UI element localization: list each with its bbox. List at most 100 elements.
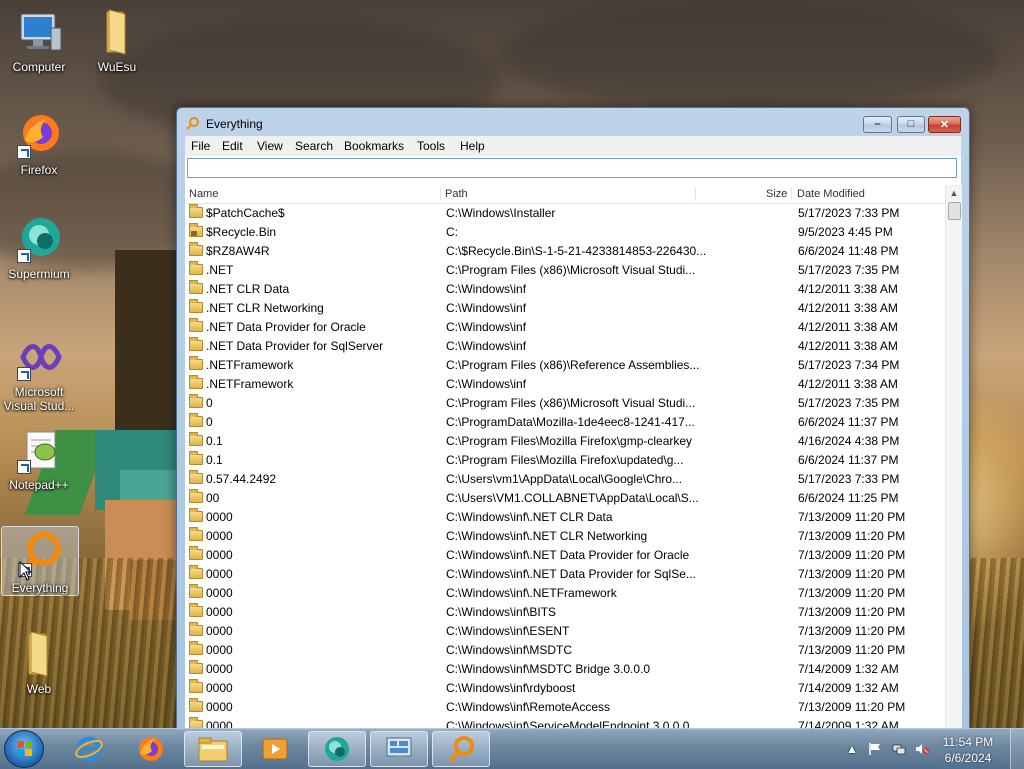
table-row[interactable]: 0000 C:\Windows\inf\.NET Data Provider fo…	[185, 546, 945, 565]
cell-date-modified: 5/17/2023 7:34 PM	[798, 358, 900, 372]
cell-name: 0000	[206, 624, 233, 638]
table-row[interactable]: 0000 C:\Windows\inf\.NET CLR Networking 7/…	[185, 527, 945, 546]
desktop-icon-computer[interactable]: Computer	[2, 8, 76, 74]
table-row[interactable]: 00 C:\Users\VM1.COLLABNET\AppData\Local\S…	[185, 489, 945, 508]
table-row[interactable]: 0000 C:\Windows\inf\.NETFramework 7/13/200…	[185, 584, 945, 603]
vertical-scrollbar[interactable]: ▲	[945, 185, 962, 730]
show-hidden-icons-icon[interactable]: ▲	[845, 742, 859, 756]
table-row[interactable]: .NET CLR Networking C:\Windows\inf 4/12/20…	[185, 299, 945, 318]
desktop-icon-notepadpp[interactable]: Notepad++	[2, 426, 76, 492]
visual-studio-icon	[15, 333, 63, 381]
desktop-icon-label: Notepad++	[9, 478, 69, 492]
menu-search[interactable]: Search	[295, 139, 333, 153]
table-row[interactable]: 0000 C:\Windows\inf\.NET Data Provider fo…	[185, 565, 945, 584]
taskbar-internet-explorer[interactable]	[60, 731, 118, 767]
taskbar-file-explorer[interactable]	[184, 731, 242, 767]
taskbar-control-panel[interactable]	[370, 731, 428, 767]
menu-bookmarks[interactable]: Bookmarks	[344, 139, 404, 153]
cell-name: 0	[206, 415, 213, 429]
show-desktop-button[interactable]	[1010, 729, 1024, 769]
table-row[interactable]: 0000 C:\Windows\inf\.NET CLR Data 7/13/200…	[185, 508, 945, 527]
taskbar-everything[interactable]	[432, 731, 490, 767]
table-row[interactable]: $Recycle.Bin C: 9/5/2023 4:45 PM	[185, 223, 945, 242]
cell-path: C:\Program Files (x86)\Microsoft Visual …	[446, 396, 696, 410]
taskbar-media-player[interactable]	[246, 731, 304, 767]
column-header-name[interactable]: Name	[189, 188, 218, 200]
cell-path: C:\Windows\inf	[446, 301, 527, 315]
cell-name: 0.1	[206, 434, 223, 448]
menu-help[interactable]: Help	[460, 139, 485, 153]
cell-date-modified: 6/6/2024 11:48 PM	[798, 244, 899, 258]
table-row[interactable]: 0000 C:\Windows\inf\MSDTC Bridge 3.0.0.0 7…	[185, 660, 945, 679]
start-button[interactable]	[4, 730, 44, 768]
desktop-icon-wuesu[interactable]: WuEsu	[80, 8, 154, 74]
table-row[interactable]: 0.57.44.2492 C:\Users\vm1\AppData\Local\G…	[185, 470, 945, 489]
cell-path: C:\Windows\inf	[446, 339, 527, 353]
network-icon[interactable]	[892, 742, 906, 756]
table-row[interactable]: $PatchCache$ C:\Windows\Installer 5/17/202…	[185, 204, 945, 223]
column-header-date-modified[interactable]: Date Modified	[797, 188, 865, 200]
cell-date-modified: 5/17/2023 7:33 PM	[798, 472, 900, 486]
action-center-flag-icon[interactable]	[868, 742, 882, 756]
everything-window: Everything – □ ✕ File Edit View Search B…	[176, 107, 970, 731]
menu-file[interactable]: File	[191, 139, 210, 153]
minimize-button[interactable]: –	[863, 116, 892, 133]
folder-icon	[189, 299, 203, 313]
scroll-thumb[interactable]	[948, 202, 961, 220]
table-row[interactable]: .NET Data Provider for Oracle C:\Windows\…	[185, 318, 945, 337]
cell-path: C:\Users\VM1.COLLABNET\AppData\Local\S..…	[446, 491, 699, 505]
taskbar-firefox[interactable]	[122, 731, 180, 767]
close-button[interactable]: ✕	[928, 116, 961, 133]
desktop-icon-firefox[interactable]: Firefox	[2, 111, 76, 177]
table-row[interactable]: 0.1 C:\Program Files\Mozilla Firefox\upda…	[185, 451, 945, 470]
cell-date-modified: 5/17/2023 7:35 PM	[798, 396, 900, 410]
table-row[interactable]: 0000 C:\Windows\inf\RemoteAccess 7/13/2009…	[185, 698, 945, 717]
cell-date-modified: 7/13/2009 11:20 PM	[798, 567, 906, 581]
system-clock[interactable]: 11:54 PM 6/6/2024	[937, 734, 999, 766]
cell-date-modified: 7/13/2009 11:20 PM	[798, 700, 906, 714]
table-row[interactable]: $RZ8AW4R C:\$Recycle.Bin\S-1-5-21-4233814…	[185, 242, 945, 261]
volume-muted-icon[interactable]	[915, 742, 929, 756]
cell-date-modified: 4/12/2011 3:38 AM	[798, 339, 898, 353]
column-header-path[interactable]: Path	[445, 188, 468, 200]
desktop-icon-visual-studio[interactable]: Microsoft Visual Stud...	[2, 333, 76, 413]
cell-name: .NET CLR Networking	[206, 301, 324, 315]
cell-date-modified: 7/14/2009 1:32 AM	[798, 681, 899, 695]
desktop-icon-supermium[interactable]: Supermium	[2, 215, 76, 281]
menu-view[interactable]: View	[257, 139, 283, 153]
internet-explorer-icon	[75, 736, 103, 762]
cell-date-modified: 7/13/2009 11:20 PM	[798, 510, 906, 524]
table-row[interactable]: .NET Data Provider for SqlServer C:\Windo…	[185, 337, 945, 356]
table-row[interactable]: 0.1 C:\Program Files\Mozilla Firefox\gmp-…	[185, 432, 945, 451]
desktop-icon-everything[interactable]: Everything	[1, 526, 79, 596]
table-row[interactable]: .NET CLR Data C:\Windows\inf 4/12/2011 3:3…	[185, 280, 945, 299]
table-row[interactable]: .NET C:\Program Files (x86)\Microsoft Vis…	[185, 261, 945, 280]
folder-icon	[189, 318, 203, 332]
table-row[interactable]: 0000 C:\Windows\inf\BITS 7/13/2009 11:20 P…	[185, 603, 945, 622]
table-row[interactable]: 0 C:\ProgramData\Mozilla-1de4eec8-1241-41…	[185, 413, 945, 432]
folder-icon	[189, 546, 203, 560]
table-row[interactable]: .NETFramework C:\Windows\inf 4/12/2011 3:3…	[185, 375, 945, 394]
table-row[interactable]: 0000 C:\Windows\inf\rdyboost 7/14/2009 1:3…	[185, 679, 945, 698]
title-bar[interactable]: Everything – □ ✕	[177, 108, 969, 136]
folder-icon	[189, 584, 203, 598]
cell-name: 0000	[206, 567, 233, 581]
search-input[interactable]	[187, 158, 957, 178]
folder-icon	[189, 508, 203, 522]
menu-tools[interactable]: Tools	[417, 139, 445, 153]
maximize-button[interactable]: □	[897, 116, 925, 133]
maximize-icon: □	[907, 118, 915, 130]
cell-date-modified: 7/13/2009 11:20 PM	[798, 548, 906, 562]
cell-path: C:	[446, 225, 458, 239]
taskbar-supermium[interactable]	[308, 731, 366, 767]
menu-edit[interactable]: Edit	[222, 139, 243, 153]
folder-icon	[189, 204, 203, 218]
table-row[interactable]: .NETFramework C:\Program Files (x86)\Refe…	[185, 356, 945, 375]
column-header-size[interactable]: Size	[766, 188, 787, 200]
scroll-up-arrow-icon[interactable]: ▲	[946, 185, 962, 201]
desktop-icon-web[interactable]: Web	[2, 630, 76, 696]
table-row[interactable]: 0000 C:\Windows\inf\ESENT 7/13/2009 11:20 …	[185, 622, 945, 641]
table-row[interactable]: 0 C:\Program Files (x86)\Microsoft Visual…	[185, 394, 945, 413]
folder-icon	[93, 8, 141, 56]
table-row[interactable]: 0000 C:\Windows\inf\MSDTC 7/13/2009 11:20 …	[185, 641, 945, 660]
